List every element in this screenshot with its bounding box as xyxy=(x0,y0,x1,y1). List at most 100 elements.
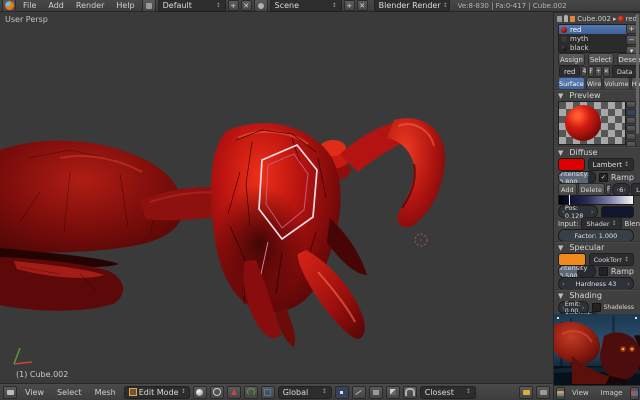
editor-type-button[interactable] xyxy=(2,0,16,12)
breadcrumb: Cube.002 ▸ red xyxy=(554,13,640,24)
panel-title-shading[interactable]: Shading xyxy=(569,291,602,300)
layout-add-button[interactable]: + xyxy=(228,0,239,11)
panel-expand-icon[interactable]: ▼ xyxy=(558,244,563,252)
menu-view[interactable]: View xyxy=(567,389,594,397)
menu-view[interactable]: View xyxy=(20,388,49,397)
viewport-header: View Select Mesh Edit Mode ↕ Global↕ Clo… xyxy=(0,383,553,400)
chevron-updown-icon: ↕ xyxy=(443,3,448,9)
active-object-label: (1) Cube.002 xyxy=(16,370,68,379)
fake-user-button[interactable]: F xyxy=(588,66,593,77)
object-icon xyxy=(570,16,575,22)
panel-title-preview[interactable]: Preview xyxy=(569,91,600,100)
manipulator-translate-toggle[interactable] xyxy=(227,386,241,399)
limit-to-visible-button[interactable] xyxy=(386,386,400,399)
diffuse-color-swatch[interactable] xyxy=(558,158,585,171)
panel-title-specular[interactable]: Specular xyxy=(569,243,604,252)
shadeless-checkbox[interactable]: Shadeless xyxy=(592,303,634,312)
preview-cube-button[interactable] xyxy=(626,117,636,124)
diffuse-ramp-checkbox[interactable]: ✓Ramp xyxy=(599,173,634,182)
select-mode-edge-button[interactable] xyxy=(352,386,366,399)
image-editor-icon xyxy=(557,391,564,396)
menu-file[interactable]: File xyxy=(18,1,41,10)
panel-title-diffuse[interactable]: Diffuse xyxy=(569,148,597,157)
image-browse-button[interactable] xyxy=(630,387,639,400)
film-icon xyxy=(540,390,547,395)
ramp-stop-color-swatch[interactable] xyxy=(601,206,635,218)
screen-layout-selector[interactable]: Default↕ xyxy=(158,0,226,12)
viewport-3d[interactable]: User Persp (1) Cube.002 xyxy=(0,12,553,383)
viewport-shading-selector[interactable] xyxy=(193,386,207,399)
pivot-icon xyxy=(213,388,221,396)
specular-intensity-slider[interactable]: Intensity 0.500 xyxy=(558,265,596,278)
menu-mesh[interactable]: Mesh xyxy=(90,388,121,397)
material-preview xyxy=(558,101,626,145)
scene-add-button[interactable]: + xyxy=(344,0,355,11)
mode-selector[interactable]: Edit Mode ↕ xyxy=(124,386,190,399)
blender-window: File Add Render Help Default↕ + ✕ Scene↕… xyxy=(0,0,640,400)
new-material-button[interactable]: + xyxy=(595,66,602,77)
preview-flat-button[interactable] xyxy=(626,101,636,108)
scrollbar[interactable] xyxy=(636,14,639,134)
translate-arrow-icon xyxy=(231,389,237,395)
chevron-updown-icon: ↕ xyxy=(332,3,337,9)
preview-type-buttons xyxy=(626,101,636,148)
render-opengl-button[interactable] xyxy=(519,386,533,399)
chevron-updown-icon: ↕ xyxy=(216,3,221,9)
editor-type-button[interactable] xyxy=(3,386,17,399)
manipulator-scale-toggle[interactable] xyxy=(261,386,275,399)
chevron-updown-icon: ↕ xyxy=(181,389,186,395)
render-opengl-anim-button[interactable] xyxy=(536,386,550,399)
breadcrumb-object[interactable]: Cube.002 xyxy=(577,15,611,23)
chevron-updown-icon: ↕ xyxy=(466,389,471,395)
diffuse-shader-selector[interactable]: Lambert↕ xyxy=(588,158,634,171)
preview-monkey-button[interactable] xyxy=(626,125,636,132)
breadcrumb-arrow-icon: ▸ xyxy=(613,15,617,23)
properties-panel: ↕ Cube.002 ▸ red red xyxy=(553,0,640,314)
panel-expand-icon[interactable]: ▼ xyxy=(558,92,563,100)
panel-expand-icon[interactable]: ▼ xyxy=(558,292,563,300)
material-dot-icon xyxy=(618,16,623,22)
snap-toggle-button[interactable] xyxy=(403,386,417,399)
ramp-fake-button[interactable]: F xyxy=(606,184,611,195)
scene-selector[interactable]: Scene↕ xyxy=(270,0,342,12)
users-count-button[interactable]: 4 xyxy=(581,66,587,77)
pin-icon[interactable] xyxy=(564,15,568,22)
scale-square-icon xyxy=(264,389,271,396)
scene-icon xyxy=(254,0,268,12)
diffuse-intensity-slider[interactable]: Intensity: 0.800 xyxy=(558,171,596,184)
blender-logo-icon xyxy=(5,1,14,10)
scene-statistics: Ve:8-830 | Fa:0-417 | Cube.002 xyxy=(458,2,567,10)
panel-expand-icon[interactable]: ▼ xyxy=(558,149,563,157)
editmode-cube-icon xyxy=(129,388,137,396)
menu-help[interactable]: Help xyxy=(111,1,139,10)
render-engine-selector[interactable]: Blender Render↕ xyxy=(374,0,450,12)
occlude-icon xyxy=(390,389,396,395)
material-slot-red[interactable]: red xyxy=(559,25,627,34)
manipulator-rotate-toggle[interactable] xyxy=(244,386,258,399)
editor-type-button[interactable] xyxy=(556,387,565,400)
material-slot-black[interactable]: black xyxy=(559,43,627,52)
ramp-input-label: Input: xyxy=(558,220,578,228)
menu-add[interactable]: Add xyxy=(43,1,69,10)
pivot-point-selector[interactable] xyxy=(210,386,224,399)
ramp-factor-slider[interactable]: Factor: 1.000 xyxy=(558,229,634,242)
unlink-material-button[interactable]: ✕ xyxy=(603,66,610,77)
model-render xyxy=(0,12,553,383)
material-slot-myth[interactable]: myth xyxy=(559,34,627,43)
menu-render[interactable]: Render xyxy=(71,1,109,10)
image-editor-header: View Image crab.jpg xyxy=(554,385,640,400)
screen-layout-icon[interactable] xyxy=(142,0,156,12)
orientation-selector[interactable]: Global↕ xyxy=(278,386,332,399)
select-mode-vertex-button[interactable] xyxy=(335,386,349,399)
select-mode-face-button[interactable] xyxy=(369,386,383,399)
camera-icon xyxy=(523,390,530,395)
scene-delete-button[interactable]: ✕ xyxy=(357,0,368,11)
layout-delete-button[interactable]: ✕ xyxy=(241,0,252,11)
menu-image[interactable]: Image xyxy=(596,389,628,397)
reference-image[interactable] xyxy=(554,314,640,385)
snap-target-selector[interactable]: Closest↕ xyxy=(420,386,476,399)
preview-hair-button[interactable] xyxy=(626,133,636,140)
preview-sphere-button[interactable] xyxy=(626,109,636,116)
specular-ramp-checkbox[interactable]: Ramp xyxy=(599,267,634,276)
menu-select[interactable]: Select xyxy=(52,388,87,397)
